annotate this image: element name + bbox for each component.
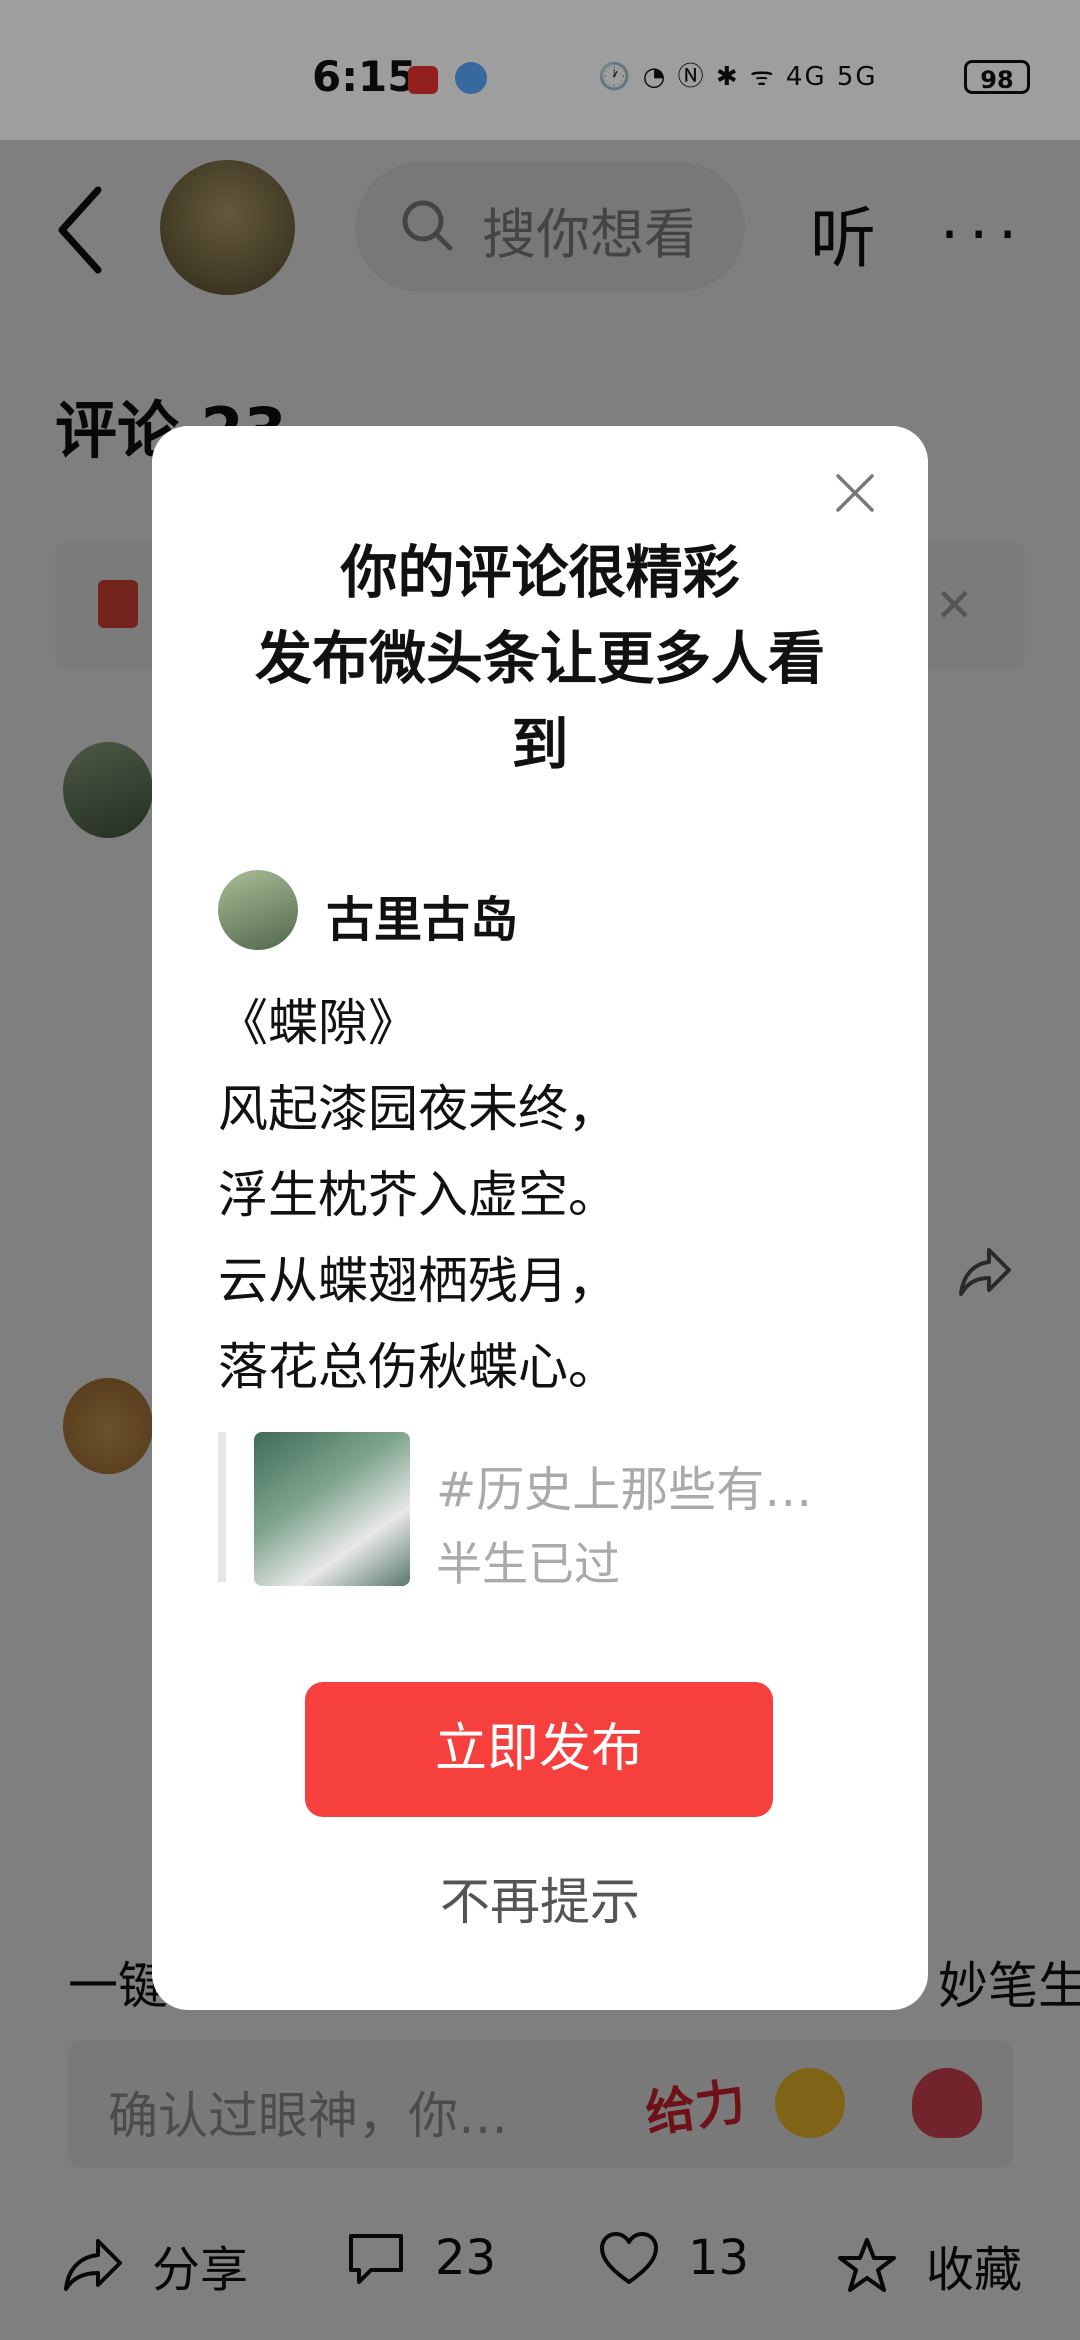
status-bar-dim [0, 0, 1080, 140]
dialog-title: 你的评论很精彩 发布微头条让更多人看 到 [152, 530, 928, 788]
reference-thumbnail [254, 1432, 410, 1586]
dialog-title-line: 发布微头条让更多人看 [255, 626, 825, 692]
poem-line: 《蝶隙》 [218, 994, 418, 1052]
poem-line: 云从蝶翅栖残月， [218, 1252, 618, 1310]
post-content: 《蝶隙》 风起漆园夜未终， 浮生枕芥入虚空。 云从蝶翅栖残月， 落花总伤秋蝶心。 [218, 980, 618, 1410]
post-author-avatar [218, 870, 298, 950]
poem-line: 浮生枕芥入虚空。 [218, 1166, 618, 1224]
dialog-title-line: 到 [511, 712, 569, 778]
poem-line: 风起漆园夜未终， [218, 1080, 618, 1138]
dont-remind-button[interactable]: 不再提示 [152, 1862, 928, 1934]
dialog-title-line: 你的评论很精彩 [340, 540, 740, 606]
reference-title: #历史上那些有… [436, 1462, 813, 1518]
reference-subtitle: 半生已过 [436, 1537, 620, 1591]
quote-bar [218, 1432, 226, 1582]
close-icon[interactable] [832, 470, 878, 516]
publish-now-button[interactable]: 立即发布 [305, 1682, 773, 1817]
poem-line: 落花总伤秋蝶心。 [218, 1338, 618, 1396]
post-author-name: 古里古岛 [326, 892, 519, 948]
